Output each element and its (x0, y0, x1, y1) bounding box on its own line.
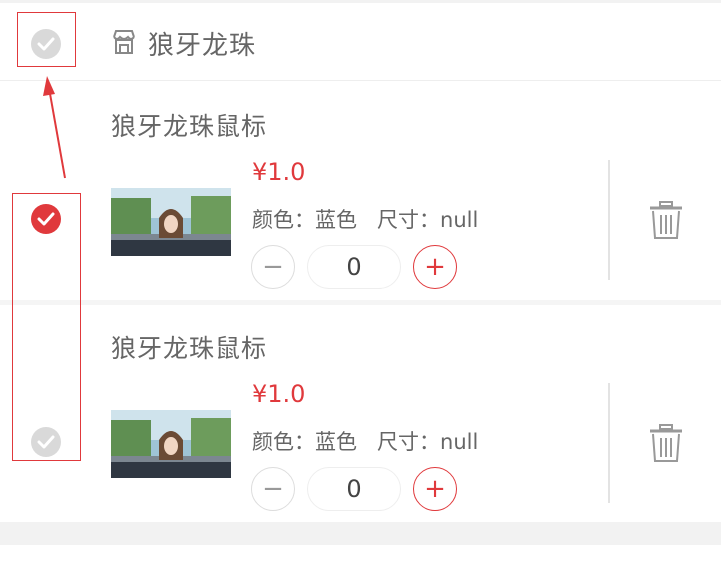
quantity-field[interactable]: 0 (307, 245, 401, 289)
product-thumbnail[interactable] (111, 410, 231, 478)
annotation-box-item-checks (12, 193, 81, 461)
annotation-box-store-check (17, 12, 76, 67)
increase-quantity-button[interactable]: + (413, 467, 457, 511)
cart-item: 狼牙龙珠鼠标 ¥1.0 颜色：蓝色 尺寸：null − 0 + (0, 305, 721, 522)
item-title[interactable]: 狼牙龙珠鼠标 (111, 329, 267, 365)
item-spec: 颜色：蓝色 尺寸：null (252, 208, 479, 232)
decrease-quantity-button[interactable]: − (251, 245, 295, 289)
trash-icon[interactable] (648, 200, 684, 240)
increase-quantity-button[interactable]: + (413, 245, 457, 289)
cart-bottom-area (0, 545, 721, 562)
product-thumbnail[interactable] (111, 188, 231, 256)
product-image (111, 188, 231, 256)
item-title[interactable]: 狼牙龙珠鼠标 (111, 107, 267, 143)
trash-icon[interactable] (648, 423, 684, 463)
decrease-quantity-button[interactable]: − (251, 467, 295, 511)
item-price: ¥1.0 (252, 158, 306, 186)
store-icon (113, 30, 135, 54)
quantity-field[interactable]: 0 (307, 467, 401, 511)
item-spec: 颜色：蓝色 尺寸：null (252, 430, 479, 454)
item-divider (608, 160, 610, 280)
product-image (111, 410, 231, 478)
item-price: ¥1.0 (252, 380, 306, 408)
store-name[interactable]: 狼牙龙珠 (148, 25, 256, 62)
store-header: 狼牙龙珠 (0, 3, 721, 81)
item-divider (608, 383, 610, 503)
cart-item: 狼牙龙珠鼠标 ¥1.0 颜色：蓝色 尺寸：null − 0 + (0, 82, 721, 300)
cart-page: 狼牙龙珠 狼牙龙珠鼠标 ¥1.0 颜色：蓝色 尺寸：null − 0 + 狼牙龙… (0, 0, 721, 562)
